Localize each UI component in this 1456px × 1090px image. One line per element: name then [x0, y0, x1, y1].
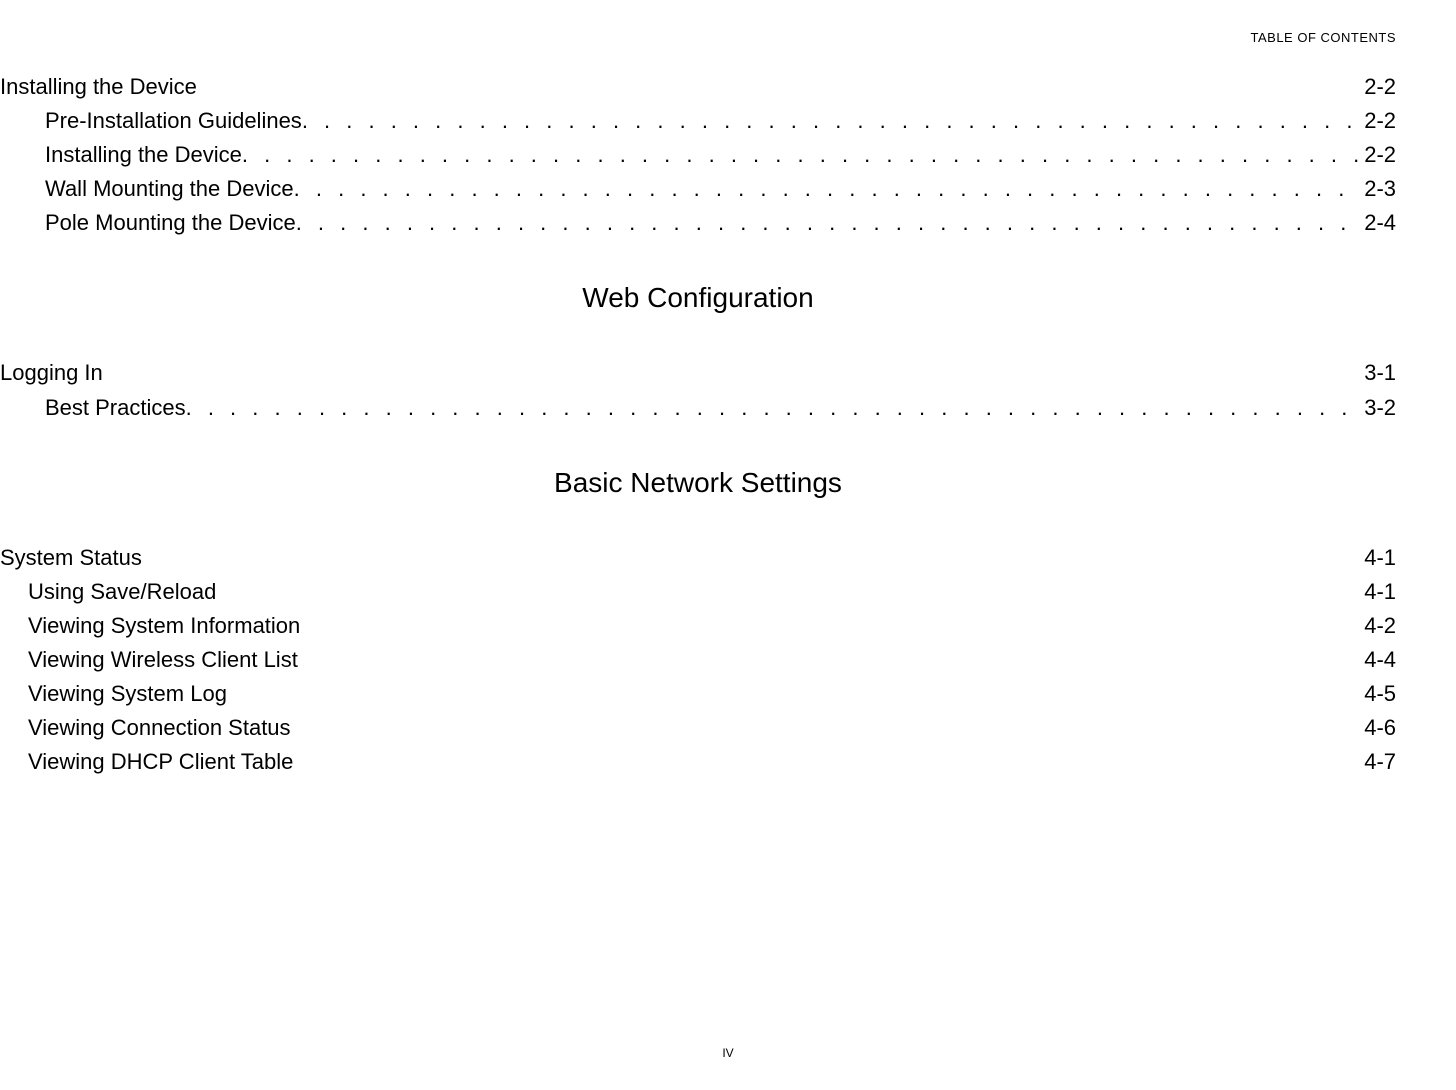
- toc-page: 4-1: [1360, 575, 1396, 609]
- toc-entry-best-practices: Best Practices 3-2: [0, 391, 1396, 425]
- toc-page: 2-2: [1360, 104, 1396, 138]
- toc-entry-system-info: Viewing System Information 4-2: [0, 609, 1396, 643]
- toc-page: 4-2: [1360, 609, 1396, 643]
- toc-page: 4-5: [1360, 677, 1396, 711]
- toc-entry-save-reload: Using Save/Reload 4-1: [0, 575, 1396, 609]
- toc-entry-logging-in: Logging In 3-1: [0, 356, 1396, 390]
- toc-page: 4-4: [1360, 643, 1396, 677]
- toc-entry-pole-mounting: Pole Mounting the Device 2-4: [0, 206, 1396, 240]
- toc-title: Using Save/Reload: [28, 575, 216, 609]
- toc-entry-pre-installation: Pre-Installation Guidelines 2-2: [0, 104, 1396, 138]
- toc-page: 3-2: [1360, 391, 1396, 425]
- toc-title: Best Practices: [45, 391, 186, 425]
- toc-entry-system-log: Viewing System Log 4-5: [0, 677, 1396, 711]
- toc-entry-wireless-client: Viewing Wireless Client List 4-4: [0, 643, 1396, 677]
- toc-entry-wall-mounting: Wall Mounting the Device 2-3: [0, 172, 1396, 206]
- toc-title: Viewing System Information: [28, 609, 300, 643]
- toc-title: Pre-Installation Guidelines: [45, 104, 302, 138]
- toc-dots: [186, 391, 1361, 425]
- toc-page: 2-4: [1360, 206, 1396, 240]
- header-label: TABLE OF CONTENTS: [1251, 30, 1397, 45]
- toc-page: 3-1: [1360, 356, 1396, 390]
- section-heading-web-configuration: Web Configuration: [0, 282, 1396, 314]
- toc-title: Logging In: [0, 356, 103, 390]
- toc-dots: [242, 138, 1360, 172]
- toc-title: Wall Mounting the Device: [45, 172, 294, 206]
- toc-dots: [296, 206, 1361, 240]
- toc-page: 4-6: [1360, 711, 1396, 745]
- toc-title: System Status: [0, 541, 142, 575]
- toc-entry-installing-device: Installing the Device 2-2: [0, 70, 1396, 104]
- toc-page: 2-3: [1360, 172, 1396, 206]
- toc-page: 4-7: [1360, 745, 1396, 779]
- toc-page: 2-2: [1360, 70, 1396, 104]
- toc-title: Viewing System Log: [28, 677, 227, 711]
- toc-entry-system-status: System Status 4-1: [0, 541, 1396, 575]
- toc-content: Installing the Device 2-2 Pre-Installati…: [0, 70, 1396, 779]
- toc-title: Pole Mounting the Device: [45, 206, 296, 240]
- toc-title: Installing the Device: [0, 70, 197, 104]
- section-heading-basic-network: Basic Network Settings: [0, 467, 1396, 499]
- toc-title: Installing the Device: [45, 138, 242, 172]
- toc-title: Viewing DHCP Client Table: [28, 745, 293, 779]
- toc-entry-installing-device-sub: Installing the Device 2-2: [0, 138, 1396, 172]
- toc-dots: [302, 104, 1360, 138]
- toc-entry-connection-status: Viewing Connection Status 4-6: [0, 711, 1396, 745]
- toc-title: Viewing Wireless Client List: [28, 643, 298, 677]
- toc-page: 4-1: [1360, 541, 1396, 575]
- toc-title: Viewing Connection Status: [28, 711, 291, 745]
- toc-entry-dhcp-client: Viewing DHCP Client Table 4-7: [0, 745, 1396, 779]
- toc-dots: [294, 172, 1361, 206]
- page-number: IV: [722, 1046, 733, 1060]
- toc-page: 2-2: [1360, 138, 1396, 172]
